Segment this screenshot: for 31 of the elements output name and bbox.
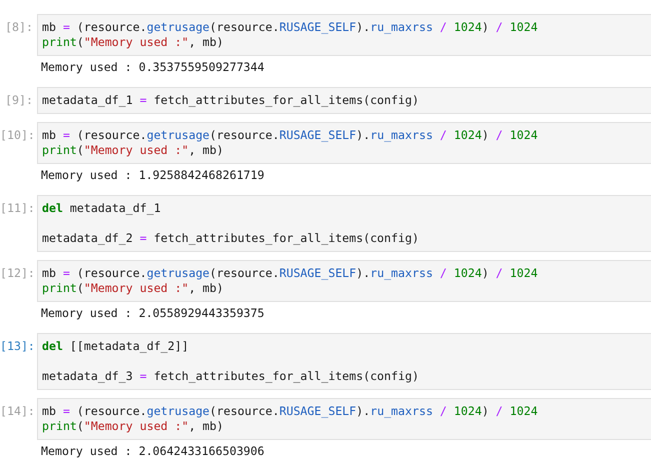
code-input-area[interactable]: mb = (resource.getrusage(resource.RUSAGE_SELF).ru_maxrss / 1024) / 1024 print("Memory used :", mb) [37, 260, 651, 302]
code-input-area[interactable]: mb = (resource.getrusage(resource.RUSAGE_SELF).ru_maxrss / 1024) / 1024 print("Memory used :", mb) [37, 122, 651, 164]
code-line: metadata_df_3 = fetch_attributes_for_all_items(config) [42, 369, 420, 384]
code-input-area[interactable]: metadata_df_1 = fetch_attributes_for_all_items(config) [37, 87, 651, 114]
code-input-area[interactable]: mb = (resource.getrusage(resource.RUSAGE_SELF).ru_maxrss / 1024) / 1024 print("Memory used :", mb) [37, 398, 651, 440]
code-line: metadata_df_2 = fetch_attributes_for_all_items(config) [42, 231, 420, 246]
code-line: print("Memory used :", mb) [42, 35, 224, 50]
code-input-area[interactable]: del metadata_df_1 metadata_df_2 = fetch_attributes_for_all_items(config) [37, 195, 651, 252]
cell-prompt: [13]: [0, 338, 36, 354]
cell-prompt: [11]: [0, 200, 36, 216]
cell-prompt: [12]: [0, 265, 36, 281]
code-line: mb = (resource.getrusage(resource.RUSAGE_SELF).ru_maxrss / 1024) / 1024 [42, 128, 539, 143]
cell-prompt: [10]: [0, 127, 36, 143]
code-input-area[interactable]: del [[metadata_df_2]] metadata_df_3 = fetch_attributes_for_all_items(config) [37, 333, 651, 390]
code-line: metadata_df_1 = fetch_attributes_for_all_items(config) [42, 93, 420, 108]
code-line: print("Memory used :", mb) [42, 419, 224, 434]
code-line: mb = (resource.getrusage(resource.RUSAGE_SELF).ru_maxrss / 1024) / 1024 [42, 266, 539, 281]
cell-prompt: [14]: [0, 403, 36, 419]
cell-prompt: [9]: [4, 92, 34, 108]
code-line: mb = (resource.getrusage(resource.RUSAGE_SELF).ru_maxrss / 1024) / 1024 [42, 20, 539, 35]
output-text: Memory used : 2.0642433166503906 [41, 444, 264, 458]
output-text: Memory used : 1.9258842468261719 [41, 168, 264, 182]
output-text: Memory used : 2.0558929443359375 [41, 306, 264, 320]
code-line: mb = (resource.getrusage(resource.RUSAGE_SELF).ru_maxrss / 1024) / 1024 [42, 404, 539, 419]
code-line: del [[metadata_df_2]] [42, 339, 190, 354]
code-line: del metadata_df_1 [42, 201, 162, 216]
cell-prompt: [8]: [4, 19, 34, 35]
code-line: print("Memory used :", mb) [42, 143, 224, 158]
output-text: Memory used : 0.3537559509277344 [41, 60, 264, 74]
code-line: print("Memory used :", mb) [42, 281, 224, 296]
code-input-area[interactable]: mb = (resource.getrusage(resource.RUSAGE_SELF).ru_maxrss / 1024) / 1024 print("Memory used :", mb) [37, 14, 651, 56]
